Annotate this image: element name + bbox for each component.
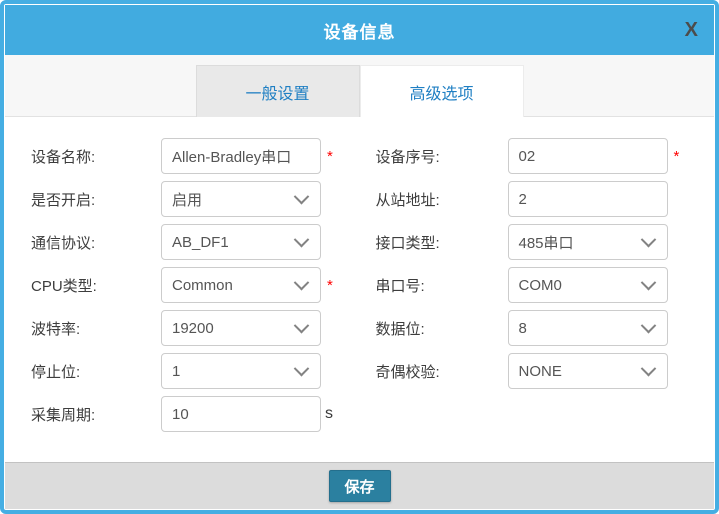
tab-bar: 一般设置 高级选项 (5, 55, 714, 117)
interface-type-select[interactable]: 485串口 (508, 224, 668, 260)
chevron-down-icon (294, 274, 310, 290)
data-bits-label: 数据位: (376, 318, 508, 339)
parity-select[interactable]: NONE (508, 353, 668, 389)
collect-period-unit: s (325, 405, 333, 423)
device-serial-row: 设备序号: * (376, 138, 697, 174)
device-name-row: 设备名称: * (31, 138, 364, 174)
device-serial-label: 设备序号: (376, 146, 508, 167)
enable-status-select[interactable]: 启用 (161, 181, 321, 217)
chevron-down-icon (294, 188, 310, 204)
device-info-dialog: 设备信息 X 一般设置 高级选项 设备名称: * 是否开启: 启用通信协议: AB_DF… (0, 0, 719, 514)
collect-period-label: 采集周期: (31, 404, 161, 425)
cpu-type-selected-value: Common (172, 277, 233, 294)
cpu-type-label: CPU类型: (31, 275, 161, 296)
protocol-label: 通信协议: (31, 232, 161, 253)
dialog-header: 设备信息 X (5, 5, 714, 55)
enable-status-selected-value: 启用 (172, 189, 202, 210)
baud-rate-select[interactable]: 19200 (161, 310, 321, 346)
dialog-title: 设备信息 (324, 18, 396, 43)
interface-type-selected-value: 485串口 (519, 232, 574, 253)
collect-period-row: 采集周期: s (31, 396, 364, 432)
parity-row: 奇偶校验: NONE (376, 353, 697, 389)
stop-bits-row: 停止位: 1 (31, 353, 364, 389)
serial-port-selected-value: COM0 (519, 277, 562, 294)
parity-label: 奇偶校验: (376, 361, 508, 382)
data-bits-select[interactable]: 8 (508, 310, 668, 346)
form-column-right: 设备序号: * 从站地址: 接口类型: 485串口串口号: COM0 数据位: 8 奇偶校验: N… (364, 138, 697, 439)
required-asterisk: * (327, 148, 333, 165)
interface-type-label: 接口类型: (376, 232, 508, 253)
baud-rate-selected-value: 19200 (172, 320, 214, 337)
protocol-select[interactable]: AB_DF1 (161, 224, 321, 260)
device-serial-input[interactable] (508, 138, 668, 174)
tab-advanced-options[interactable]: 高级选项 (360, 65, 524, 117)
cpu-type-row: CPU类型: Common * (31, 267, 364, 303)
chevron-down-icon (640, 360, 656, 376)
serial-port-row: 串口号: COM0 (376, 267, 697, 303)
chevron-down-icon (294, 317, 310, 333)
parity-selected-value: NONE (519, 363, 562, 380)
stop-bits-label: 停止位: (31, 361, 161, 382)
form-column-left: 设备名称: * 是否开启: 启用通信协议: AB_DF1 CPU类型: Common * 波特率… (31, 138, 364, 439)
stop-bits-select[interactable]: 1 (161, 353, 321, 389)
baud-rate-label: 波特率: (31, 318, 161, 339)
chevron-down-icon (294, 360, 310, 376)
chevron-down-icon (640, 317, 656, 333)
general-settings-form: 设备名称: * 是否开启: 启用通信协议: AB_DF1 CPU类型: Common * 波特率… (5, 117, 714, 462)
protocol-selected-value: AB_DF1 (172, 234, 229, 251)
interface-type-row: 接口类型: 485串口 (376, 224, 697, 260)
device-name-input[interactable] (161, 138, 321, 174)
serial-port-label: 串口号: (376, 275, 508, 296)
dialog-footer: 保存 (5, 462, 714, 509)
slave-address-row: 从站地址: (376, 181, 697, 217)
protocol-row: 通信协议: AB_DF1 (31, 224, 364, 260)
slave-address-label: 从站地址: (376, 189, 508, 210)
required-asterisk: * (674, 148, 680, 165)
tab-general-settings[interactable]: 一般设置 (196, 65, 360, 117)
chevron-down-icon (640, 231, 656, 247)
stop-bits-selected-value: 1 (172, 363, 180, 380)
device-name-label: 设备名称: (31, 146, 161, 167)
data-bits-selected-value: 8 (519, 320, 527, 337)
enable-status-row: 是否开启: 启用 (31, 181, 364, 217)
chevron-down-icon (640, 274, 656, 290)
baud-rate-row: 波特率: 19200 (31, 310, 364, 346)
close-icon[interactable]: X (685, 20, 698, 40)
data-bits-row: 数据位: 8 (376, 310, 697, 346)
chevron-down-icon (294, 231, 310, 247)
required-asterisk: * (327, 277, 333, 294)
slave-address-input[interactable] (508, 181, 668, 217)
collect-period-input[interactable] (161, 396, 321, 432)
save-button[interactable]: 保存 (329, 470, 391, 502)
enable-status-label: 是否开启: (31, 189, 161, 210)
cpu-type-select[interactable]: Common (161, 267, 321, 303)
serial-port-select[interactable]: COM0 (508, 267, 668, 303)
